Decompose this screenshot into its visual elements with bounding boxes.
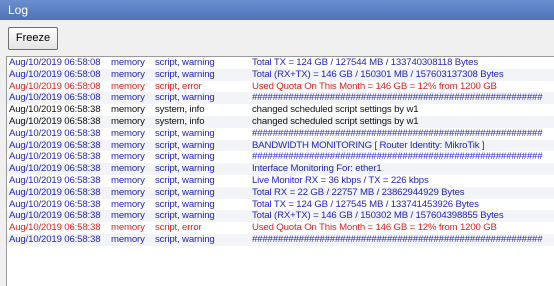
log-topics: script, warning	[155, 174, 215, 186]
log-message: ########################################…	[252, 151, 543, 163]
log-message: Total RX = 22 GB / 22757 MB / 2386294492…	[252, 186, 465, 198]
log-row[interactable]: Aug/10/2019 06:58:38 memory script, warnin…	[7, 186, 554, 199]
log-topics: script, warning	[155, 198, 215, 210]
log-row[interactable]: Aug/10/2019 06:58:38 memory system, info ch…	[7, 115, 554, 128]
log-time: Aug/10/2019 06:58:38	[9, 127, 101, 139]
log-row[interactable]: Aug/10/2019 06:58:08 memory script, warnin…	[7, 92, 554, 105]
log-buffer: memory	[111, 115, 145, 127]
log-message: Used Quota On This Month = 146 GB = 12% …	[252, 222, 497, 234]
log-time: Aug/10/2019 06:58:38	[9, 163, 101, 175]
log-row[interactable]: Aug/10/2019 06:58:38 memory script, warnin…	[7, 198, 554, 211]
log-buffer: memory	[111, 210, 145, 222]
log-message: Total (RX+TX) = 146 GB / 150302 MB / 157…	[252, 210, 504, 222]
log-row[interactable]: Aug/10/2019 06:58:38 memory script, warnin…	[7, 127, 554, 140]
log-time: Aug/10/2019 06:58:38	[9, 174, 101, 186]
log-topics: script, error	[155, 80, 202, 92]
log-time: Aug/10/2019 06:58:38	[9, 151, 101, 163]
log-message: Interface Monitoring For: ether1	[252, 163, 382, 175]
log-topics: script, warning	[155, 139, 215, 151]
log-topics: script, warning	[155, 57, 215, 68]
log-time: Aug/10/2019 06:58:08	[9, 68, 101, 80]
log-buffer: memory	[111, 151, 145, 163]
log-message: Live Monitor RX = 36 kbps / TX = 226 kbp…	[252, 174, 429, 186]
log-buffer: memory	[111, 222, 145, 234]
log-row[interactable]: Aug/10/2019 06:58:38 memory system, info ch…	[7, 104, 554, 116]
log-buffer: memory	[111, 163, 145, 175]
log-row[interactable]: Aug/10/2019 06:58:08 memory script, warnin…	[7, 68, 554, 81]
log-buffer: memory	[111, 68, 145, 80]
log-time: Aug/10/2019 06:58:38	[9, 186, 101, 198]
log-message: Used Quota On This Month = 146 GB = 12% …	[252, 80, 497, 92]
log-row[interactable]: Aug/10/2019 06:58:38 memory script, warnin…	[7, 210, 554, 223]
log-row[interactable]: Aug/10/2019 06:58:38 memory script, warnin…	[7, 174, 554, 187]
log-topics: script, error	[155, 222, 202, 234]
log-buffer: memory	[111, 139, 145, 151]
log-buffer: memory	[111, 198, 145, 210]
log-time: Aug/10/2019 06:58:38	[9, 222, 101, 234]
log-row[interactable]: Aug/10/2019 06:58:38 memory script, warnin…	[7, 233, 554, 246]
window-title-bar: Log	[0, 0, 554, 20]
log-row[interactable]: Aug/10/2019 06:58:38 memory script, warnin…	[7, 163, 554, 175]
log-message: ########################################…	[252, 127, 543, 139]
log-message: Total TX = 124 GB / 127544 MB / 13374030…	[252, 57, 479, 68]
log-time: Aug/10/2019 06:58:08	[9, 57, 101, 68]
log-topics: script, warning	[155, 186, 215, 198]
log-buffer: memory	[111, 92, 145, 104]
log-buffer: memory	[111, 127, 145, 139]
log-topics: script, warning	[155, 233, 215, 245]
log-buffer: memory	[111, 57, 145, 68]
log-time: Aug/10/2019 06:58:38	[9, 139, 101, 151]
log-row[interactable]: Aug/10/2019 06:58:38 memory script, warnin…	[7, 139, 554, 152]
log-toolbar: Freeze	[0, 20, 554, 54]
log-buffer: memory	[111, 186, 145, 198]
log-row[interactable]: Aug/10/2019 06:58:08 memory script, error U…	[7, 80, 554, 93]
log-message: BANDWIDTH MONITORING [ Router Identity: …	[252, 139, 485, 151]
log-buffer: memory	[111, 174, 145, 186]
log-message: Total TX = 124 GB / 127545 MB / 13374145…	[252, 198, 479, 210]
log-time: Aug/10/2019 06:58:08	[9, 92, 101, 104]
log-topics: system, info	[155, 104, 205, 116]
log-time: Aug/10/2019 06:58:08	[9, 80, 101, 92]
log-time: Aug/10/2019 06:58:38	[9, 210, 101, 222]
log-topics: script, warning	[155, 92, 215, 104]
log-message: changed scheduled script settings by w1	[252, 104, 419, 116]
log-time: Aug/10/2019 06:58:38	[9, 115, 101, 127]
log-topics: script, warning	[155, 210, 215, 222]
freeze-button[interactable]: Freeze	[8, 27, 58, 50]
log-topics: script, warning	[155, 127, 215, 139]
log-message: ########################################…	[252, 233, 543, 245]
log-row[interactable]: Aug/10/2019 06:58:08 memory script, warnin…	[7, 57, 554, 69]
log-topics: script, warning	[155, 151, 215, 163]
log-list[interactable]: Aug/10/2019 06:58:08 memory script, warnin…	[6, 56, 554, 286]
log-buffer: memory	[111, 80, 145, 92]
log-message: ########################################…	[252, 92, 543, 104]
log-time: Aug/10/2019 06:58:38	[9, 198, 101, 210]
log-topics: script, warning	[155, 163, 215, 175]
log-time: Aug/10/2019 06:58:38	[9, 233, 101, 245]
log-buffer: memory	[111, 233, 145, 245]
log-time: Aug/10/2019 06:58:38	[9, 104, 101, 116]
log-message: Total (RX+TX) = 146 GB / 150301 MB / 157…	[252, 68, 504, 80]
log-topics: script, warning	[155, 68, 215, 80]
log-topics: system, info	[155, 115, 205, 127]
log-row[interactable]: Aug/10/2019 06:58:38 memory script, warnin…	[7, 151, 554, 164]
window-title: Log	[8, 3, 29, 17]
log-buffer: memory	[111, 104, 145, 116]
log-message: changed scheduled script settings by w1	[252, 115, 419, 127]
log-row[interactable]: Aug/10/2019 06:58:38 memory script, error U…	[7, 222, 554, 234]
